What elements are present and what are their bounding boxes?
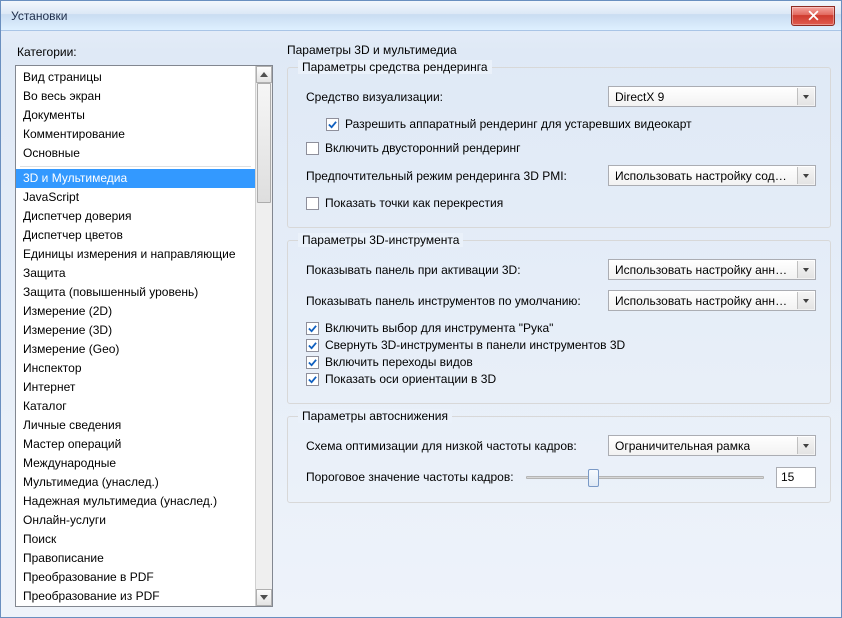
category-item[interactable]: Преобразование в PDF — [16, 568, 255, 587]
category-item[interactable]: Мастер операций — [16, 435, 255, 454]
titlebar: Установки — [1, 1, 841, 31]
categories-column: Категории: Вид страницыВо весь экранДоку… — [15, 41, 273, 607]
crosshair-checkbox[interactable] — [306, 197, 319, 210]
threshold-slider[interactable] — [526, 466, 764, 488]
legacy-hw-checkbox[interactable] — [326, 118, 339, 131]
preferences-window: Установки Категории: Вид страницыВо весь… — [0, 0, 842, 618]
settings-panel: Параметры 3D и мультимедиа Параметры сре… — [287, 41, 831, 607]
dialog-body: Категории: Вид страницыВо весь экранДоку… — [1, 31, 841, 617]
scroll-up-button[interactable] — [256, 66, 272, 83]
scheme-select[interactable]: Ограничительная рамка — [608, 435, 816, 456]
category-item[interactable]: Основные — [16, 144, 255, 163]
two-sided-checkbox-row[interactable]: Включить двусторонний рендеринг — [306, 141, 816, 155]
default-toolbar-select[interactable]: Использовать настройку аннотаций — [608, 290, 816, 311]
scroll-track[interactable] — [256, 83, 272, 589]
scrollbar[interactable] — [255, 66, 272, 606]
chevron-down-icon — [260, 595, 268, 600]
collapse-checkbox[interactable] — [306, 339, 319, 352]
transitions-label: Включить переходы видов — [325, 355, 473, 369]
category-item[interactable]: Поиск — [16, 530, 255, 549]
category-item[interactable]: Документы — [16, 106, 255, 125]
category-item[interactable]: Защита (повышенный уровень) — [16, 283, 255, 302]
category-item[interactable]: 3D и Мультимедиа — [16, 169, 255, 188]
crosshair-label: Показать точки как перекрестия — [325, 196, 503, 210]
legacy-hw-label: Разрешить аппаратный рендеринг для устар… — [345, 117, 692, 131]
dropdown-button[interactable] — [797, 167, 814, 184]
category-item[interactable]: Вид страницы — [16, 68, 255, 87]
transitions-checkbox[interactable] — [306, 356, 319, 369]
dropdown-button[interactable] — [797, 292, 814, 309]
panel-on-activate-select[interactable]: Использовать настройку аннотаций — [608, 259, 816, 280]
chevron-down-icon — [803, 299, 809, 303]
category-item[interactable]: Личные сведения — [16, 416, 255, 435]
categories-listbox[interactable]: Вид страницыВо весь экранДокументыКоммен… — [15, 65, 273, 607]
category-item[interactable]: Мультимедиа (унаслед.) — [16, 473, 255, 492]
category-item[interactable]: Измерение (2D) — [16, 302, 255, 321]
category-item[interactable]: Измерение (3D) — [16, 321, 255, 340]
renderer-select[interactable]: DirectX 9 — [608, 86, 816, 107]
category-item[interactable]: JavaScript — [16, 188, 255, 207]
category-item[interactable]: Диспетчер цветов — [16, 226, 255, 245]
collapse-label: Свернуть 3D-инструменты в панели инструм… — [325, 338, 625, 352]
legacy-hw-checkbox-row[interactable]: Разрешить аппаратный рендеринг для устар… — [306, 117, 816, 131]
panel-on-activate-label: Показывать панель при активации 3D: — [306, 263, 521, 277]
list-separator — [20, 166, 251, 167]
hand-select-checkbox[interactable] — [306, 322, 319, 335]
hand-select-checkbox-row[interactable]: Включить выбор для инструмента "Рука" — [306, 321, 816, 335]
slider-thumb[interactable] — [588, 469, 599, 487]
category-item[interactable]: Инспектор — [16, 359, 255, 378]
categories-list: Вид страницыВо весь экранДокументыКоммен… — [16, 66, 255, 606]
hand-select-label: Включить выбор для инструмента "Рука" — [325, 321, 553, 335]
axes-checkbox[interactable] — [306, 373, 319, 386]
pmi-select[interactable]: Использовать настройку содержимого — [608, 165, 816, 186]
category-item[interactable]: Измерение (Geo) — [16, 340, 255, 359]
two-sided-label: Включить двусторонний рендеринг — [325, 141, 521, 155]
group-rendering-title: Параметры средства рендеринга — [298, 60, 492, 74]
category-item[interactable]: Во весь экран — [16, 87, 255, 106]
group-degrade-title: Параметры автоснижения — [298, 409, 452, 423]
group-3d-tool-title: Параметры 3D-инструмента — [298, 233, 463, 247]
categories-label: Категории: — [15, 41, 273, 65]
two-sided-checkbox[interactable] — [306, 142, 319, 155]
pmi-label: Предпочтительный режим рендеринга 3D PMI… — [306, 169, 567, 183]
chevron-down-icon — [803, 174, 809, 178]
collapse-checkbox-row[interactable]: Свернуть 3D-инструменты в панели инструм… — [306, 338, 816, 352]
transitions-checkbox-row[interactable]: Включить переходы видов — [306, 355, 816, 369]
crosshair-checkbox-row[interactable]: Показать точки как перекрестия — [306, 196, 816, 210]
chevron-up-icon — [260, 72, 268, 77]
axes-label: Показать оси ориентации в 3D — [325, 372, 496, 386]
chevron-down-icon — [803, 268, 809, 272]
category-item[interactable]: Защита — [16, 264, 255, 283]
group-3d-tool: Параметры 3D-инструмента Показывать пане… — [287, 240, 831, 404]
chevron-down-icon — [803, 95, 809, 99]
category-item[interactable]: Надежная мультимедиа (унаслед.) — [16, 492, 255, 511]
window-title: Установки — [11, 9, 67, 23]
close-icon — [808, 10, 819, 21]
renderer-label: Средство визуализации: — [306, 90, 443, 104]
category-item[interactable]: Международные — [16, 454, 255, 473]
dropdown-button[interactable] — [797, 437, 814, 454]
scheme-label: Схема оптимизации для низкой частоты кад… — [306, 439, 577, 453]
category-item[interactable]: Единицы измерения и направляющие — [16, 245, 255, 264]
threshold-input[interactable]: 15 — [776, 467, 816, 488]
category-item[interactable]: Правописание — [16, 549, 255, 568]
category-item[interactable]: Каталог — [16, 397, 255, 416]
scroll-thumb[interactable] — [257, 83, 271, 203]
threshold-label: Пороговое значение частоты кадров: — [306, 470, 514, 484]
dropdown-button[interactable] — [797, 261, 814, 278]
category-item[interactable]: Онлайн-услуги — [16, 511, 255, 530]
close-button[interactable] — [791, 6, 835, 26]
group-degrade: Параметры автоснижения Схема оптимизации… — [287, 416, 831, 503]
category-item[interactable]: Диспетчер доверия — [16, 207, 255, 226]
category-item[interactable]: Комментирование — [16, 125, 255, 144]
slider-track — [526, 476, 764, 479]
group-rendering: Параметры средства рендеринга Средство в… — [287, 67, 831, 228]
scroll-down-button[interactable] — [256, 589, 272, 606]
dropdown-button[interactable] — [797, 88, 814, 105]
category-item[interactable]: Преобразование из PDF — [16, 587, 255, 606]
axes-checkbox-row[interactable]: Показать оси ориентации в 3D — [306, 372, 816, 386]
chevron-down-icon — [803, 444, 809, 448]
default-toolbar-label: Показывать панель инструментов по умолча… — [306, 294, 581, 308]
category-item[interactable]: Интернет — [16, 378, 255, 397]
